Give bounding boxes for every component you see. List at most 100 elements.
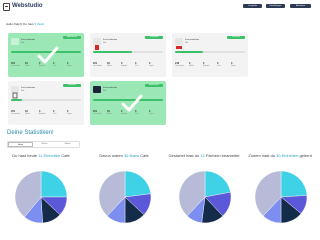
stat-value: 201	[11, 110, 16, 113]
stat-label: Aufgaben	[121, 66, 128, 67]
stat-label: Lerneinheiten	[93, 66, 103, 67]
nav-button-einstellungen[interactable]: Einstellungen	[266, 4, 285, 8]
stat: 0 Aufgaben	[39, 110, 53, 115]
app-title: Webstudio	[12, 3, 43, 9]
card-stats: 246 Lerneinheiten 0 Module 0 Aufgaben 0 Test…	[175, 62, 245, 67]
greeting-text: Hallo Ralph! Du hast 5 Ziele!	[6, 22, 44, 26]
pie-heading-4: Zudem hast du 30 Einheiten gelernt	[244, 153, 316, 158]
stat: 246 Lerneinheiten	[175, 62, 189, 67]
pie-heading-suffix: Fächern bearbeitet	[204, 153, 240, 158]
stat: 201 Lerneinheiten	[11, 110, 25, 115]
card-subtitle: Ziel	[21, 90, 25, 92]
card-title: Kurs bearbeiten	[185, 39, 200, 41]
course-thumbnail	[11, 86, 19, 99]
pie-heading-suffix: gelernt	[298, 153, 312, 158]
pie-heading-suffix: Cafe	[139, 153, 149, 158]
pie-heading-suffix: Cafe	[60, 153, 70, 158]
nav-button-abmelden[interactable]: Abmelden	[290, 4, 311, 8]
stat-label: Module	[189, 66, 194, 67]
stat: 0 Tests	[217, 62, 231, 67]
stat: 0 Fragen	[231, 62, 245, 67]
pie-heading-highlight: 36 Nano	[124, 153, 140, 158]
stat: 201 Lerneinheiten	[11, 62, 25, 67]
stat-value: 18	[107, 62, 110, 65]
goal-card-2[interactable]: Kurs bearbeiten Ziel Weiterlernen 201 Ler…	[90, 33, 166, 77]
stat-label: Fragen	[149, 114, 154, 115]
pie-heading-prefix: Gestartet hast du	[168, 153, 201, 158]
card-subtitle: Ziel	[185, 42, 189, 44]
stat: 0 Fragen	[67, 110, 81, 115]
stat: 18 Module	[107, 110, 121, 115]
goal-card-1[interactable]: Kurs bearbeiten Ziel Abgeschlossen 201 Le…	[8, 33, 84, 77]
stat: 0 Fragen	[149, 110, 163, 115]
card-title: Kurs bearbeiten	[103, 39, 118, 41]
card-action-button[interactable]: Weiterlernen	[227, 36, 245, 39]
stat: 0 Fragen	[67, 62, 81, 67]
pie-heading-prefix: Du hast heute	[12, 153, 39, 158]
stat-value: 0	[135, 62, 137, 65]
stat-value: 0	[67, 62, 69, 65]
checkmark-icon	[121, 94, 143, 112]
goal-card-5[interactable]: Kurs bearbeiten Ziel Abgeschlossen 201 Le…	[90, 81, 166, 125]
stat: 0 Tests	[135, 62, 149, 67]
tab-heute[interactable]: Heute	[8, 142, 33, 147]
checkmark-icon	[37, 46, 59, 64]
card-subtitle: Ziel	[103, 42, 107, 44]
stat-value: 201	[93, 62, 98, 65]
course-thumbnail	[93, 38, 101, 50]
stat-label: Lerneinheiten	[11, 114, 21, 115]
card-action-button[interactable]: Abgeschlossen	[145, 84, 163, 87]
stat-label: Fragen	[67, 66, 72, 67]
stat-label: Lerneinheiten	[93, 114, 103, 115]
pie-chart-1	[14, 170, 68, 224]
stat-value: 0	[53, 110, 55, 113]
stat: 0 Fragen	[149, 62, 163, 67]
stat: 201 Lerneinheiten	[93, 110, 107, 115]
stat-value: 246	[175, 62, 180, 65]
goal-card-3[interactable]: Kurs bearbeiten Ziel Weiterlernen 246 Ler…	[172, 33, 248, 77]
pie-slice	[40, 170, 68, 198]
stat-value: 0	[149, 62, 151, 65]
card-title: Kurs bearbeiten	[21, 87, 36, 89]
greeting-highlight: 5 Ziele!	[34, 22, 45, 26]
pie-heading-2: Davon waren 36 Nano Cafe	[88, 153, 160, 158]
card-action-button[interactable]: Abgeschlossen	[63, 36, 81, 39]
stat-label: Tests	[53, 114, 57, 115]
stat-value: 18	[25, 110, 28, 113]
card-subtitle: Ziel	[103, 90, 107, 92]
nav-button-lernpfade[interactable]: Lernpfade	[243, 4, 262, 8]
pie-chart-2	[98, 170, 152, 224]
stat-label: Fragen	[67, 114, 72, 115]
card-action-button[interactable]: Weiterlernen	[145, 36, 163, 39]
stat: 0 Aufgaben	[121, 62, 135, 67]
stat: 0 Tests	[53, 110, 67, 115]
progress-bar	[11, 99, 81, 101]
stat-label: Module	[25, 114, 30, 115]
pie-heading-highlight: 30 Einheiten	[276, 153, 299, 158]
goal-card-4[interactable]: Kurs bearbeiten Ziel Weiterlernen 201 Ler…	[8, 81, 84, 125]
pie-chart-3	[178, 170, 232, 224]
stat-value: 201	[93, 110, 98, 113]
card-title: Kurs bearbeiten	[21, 39, 36, 41]
pie-heading-3: Gestartet hast du 12 Fächern bearbeitet	[168, 153, 240, 158]
card-stats: 201 Lerneinheiten 18 Module 0 Aufgaben 0 Tes…	[93, 62, 163, 67]
app-logo-icon[interactable]	[3, 3, 10, 11]
progress-fill	[175, 51, 203, 53]
stat-value: 0	[189, 62, 191, 65]
tab-woche[interactable]: Woche	[33, 142, 56, 147]
card-action-button[interactable]: Weiterlernen	[63, 84, 81, 87]
stat-label: Lerneinheiten	[11, 66, 21, 67]
stat: 0 Module	[189, 62, 203, 67]
tab-monat[interactable]: Monat	[56, 142, 79, 147]
stat-label: Tests	[217, 66, 221, 67]
stat-label: Fragen	[231, 66, 236, 67]
stat-value: 0	[121, 62, 123, 65]
pie-chart-4	[254, 170, 308, 224]
card-title: Kurs bearbeiten	[103, 87, 118, 89]
stat-value: 0	[231, 62, 233, 65]
stat-value: 0	[203, 62, 205, 65]
top-bar: Webstudio Lernpfade Einstellungen Abmeld…	[0, 0, 320, 14]
stat-value: 0	[67, 110, 69, 113]
pie-heading-highlight: 11 Einheiten	[38, 153, 61, 158]
period-tabs: Heute Woche Monat	[7, 141, 80, 148]
